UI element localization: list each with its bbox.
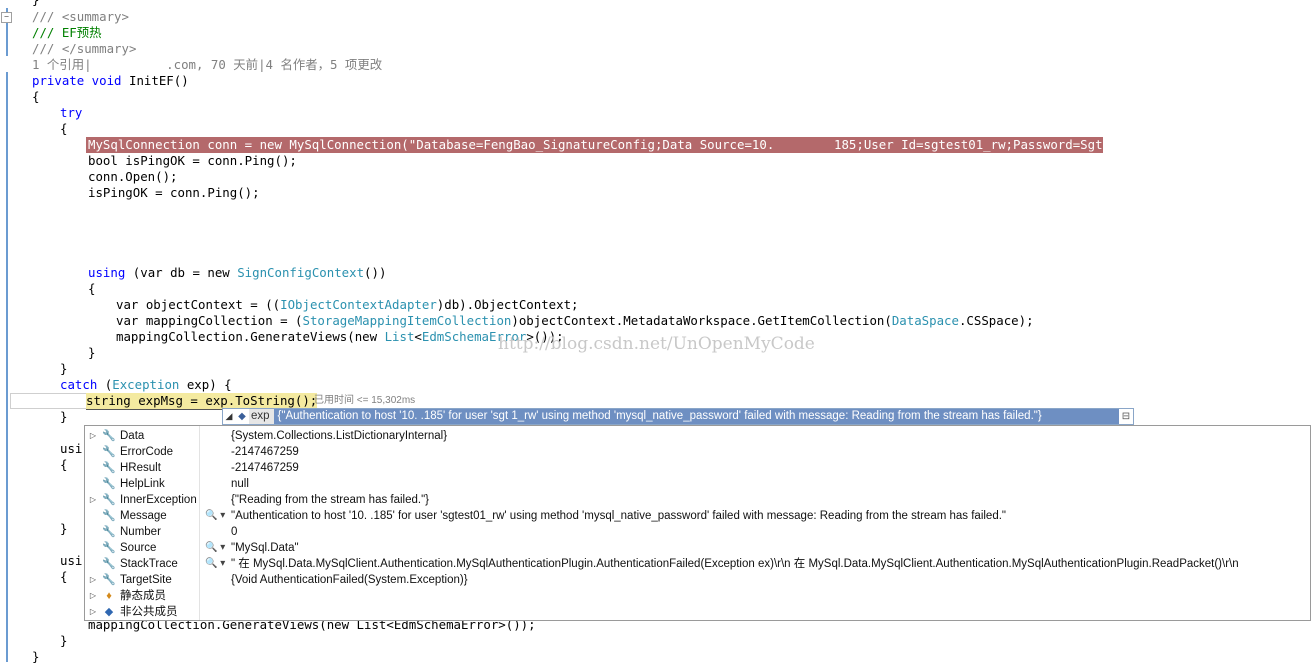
code-line: private void InitEF()	[32, 73, 189, 88]
code-line: }	[32, 0, 39, 8]
expand-arrow-icon[interactable]: ▷	[89, 588, 97, 604]
wrench-icon: 🔧	[102, 574, 116, 586]
code-line: {	[88, 281, 96, 296]
visualizer-magnifier-icon[interactable]: 🔍 ▾	[205, 556, 225, 572]
code-line: {	[60, 457, 68, 472]
wrench-icon: 🔧	[102, 558, 116, 570]
wrench-icon: 🔧	[102, 446, 116, 458]
member-name: HelpLink	[120, 478, 165, 490]
code-line: /// </summary>	[32, 41, 137, 56]
member-name: HResult	[120, 462, 161, 474]
code-line: }	[60, 409, 68, 424]
wrench-icon: 🔧	[102, 542, 116, 554]
expand-arrow-icon[interactable]: ▷	[89, 428, 97, 444]
codelens-info[interactable]: 1 个引用| .com, 70 天前|4 名作者，5 项更改	[32, 57, 382, 73]
member-value[interactable]: " 在 MySql.Data.MySqlClient.Authenticatio…	[231, 556, 1239, 572]
member-name: 非公共成员	[120, 606, 178, 618]
member-value[interactable]: null	[231, 476, 249, 492]
datatip-row[interactable]: 🔧 Message 🔍 ▾ "Authentication to host '10. …	[85, 508, 1310, 524]
member-value[interactable]: {System.Collections.ListDictionaryIntern…	[231, 428, 447, 444]
code-line: usi	[60, 553, 83, 568]
change-margin-marker	[6, 72, 8, 662]
expand-arrow-icon[interactable]: ▷	[89, 492, 97, 508]
code-line: {	[60, 121, 68, 136]
member-name: ErrorCode	[120, 446, 174, 458]
member-value[interactable]: "MySql.Data"	[231, 540, 299, 556]
datatip-row[interactable]: 🔧 HResult -2147467259	[85, 460, 1310, 476]
code-line: {	[32, 89, 40, 104]
expand-arrow-icon[interactable]: ▷	[89, 604, 97, 620]
code-line: var objectContext = ((IObjectContextAdap…	[116, 297, 579, 312]
datatip-row[interactable]: 🔧 HelpLink null	[85, 476, 1310, 492]
code-line: usi	[60, 441, 83, 456]
code-line: }	[60, 633, 68, 648]
member-name: 静态成员	[120, 590, 166, 602]
member-name: Number	[120, 526, 161, 538]
code-line: try	[60, 105, 83, 120]
code-line: conn.Open();	[88, 169, 178, 184]
collapse-toggle-icon[interactable]: −	[1, 12, 12, 23]
static-members-icon: ♦	[106, 590, 112, 602]
code-line: using (var db = new SignConfigContext())	[88, 265, 387, 280]
member-name: InnerException	[120, 494, 197, 506]
member-value[interactable]: -2147467259	[231, 460, 299, 476]
code-line: }	[88, 345, 96, 360]
datatip-row[interactable]: 🔧 ErrorCode -2147467259	[85, 444, 1310, 460]
datatip-row[interactable]: 🔧 Source 🔍 ▾ "MySql.Data"	[85, 540, 1310, 556]
expand-arrow-icon[interactable]: ◢	[223, 409, 235, 424]
member-name: Source	[120, 542, 157, 554]
code-line: }	[60, 361, 68, 376]
code-line: }	[32, 649, 40, 664]
datatip-row[interactable]: ▷ ♦ 静态成员	[85, 588, 1310, 604]
pin-icon[interactable]: ⊟	[1119, 409, 1133, 424]
wrench-icon: 🔧	[102, 494, 116, 506]
member-value[interactable]: "Authentication to host '10. .185' for u…	[231, 508, 1006, 524]
code-line: var mappingCollection = (StorageMappingI…	[116, 313, 1034, 328]
member-name: TargetSite	[120, 574, 172, 586]
wrench-icon: 🔧	[102, 430, 116, 442]
member-value[interactable]: 0	[231, 524, 237, 540]
watermark: http://blog.csdn.net/UnOpenMyCode	[498, 334, 815, 354]
wrench-icon: 🔧	[102, 526, 116, 538]
code-line: /// <summary>	[32, 9, 129, 24]
datatip-variable-value[interactable]: {"Authentication to host '10. .185' for …	[273, 409, 1119, 424]
code-line: mappingCollection.GenerateViews(new List…	[116, 329, 564, 344]
datatip-row[interactable]: 🔧 StackTrace 🔍 ▾ " 在 MySql.Data.MySqlClient…	[85, 556, 1310, 572]
member-name: Data	[120, 430, 145, 442]
datatip-variable-name: exp	[249, 409, 274, 424]
datatip-row[interactable]: 🔧 Number 0	[85, 524, 1310, 540]
wrench-icon: 🔧	[102, 510, 116, 522]
member-value[interactable]: {Void AuthenticationFailed(System.Except…	[231, 572, 468, 588]
wrench-icon: 🔧	[102, 462, 116, 474]
perf-tip: 已用时间 <= 15,302ms	[314, 395, 416, 406]
code-line: }	[60, 521, 68, 536]
member-name: Message	[120, 510, 167, 522]
datatip-row[interactable]: ▷ ◆ 非公共成员	[85, 604, 1310, 620]
datatip-row[interactable]: ▷ 🔧 Data {System.Collections.ListDictionary…	[85, 428, 1310, 444]
object-icon: ◆	[238, 411, 246, 422]
datatip-row[interactable]: ▷ 🔧 InnerException {"Reading from the strea…	[85, 492, 1310, 508]
code-line: {	[60, 569, 68, 584]
code-line: catch (Exception exp) {	[60, 377, 232, 392]
nonpublic-members-icon: ◆	[104, 606, 114, 618]
datatip-row[interactable]: ▷ 🔧 TargetSite {Void AuthenticationFailed(S…	[85, 572, 1310, 588]
datatip-header[interactable]: ◢ ◆ exp {"Authentication to host '10. .1…	[222, 408, 1134, 425]
member-value[interactable]: -2147467259	[231, 444, 299, 460]
visualizer-magnifier-icon[interactable]: 🔍 ▾	[205, 508, 225, 524]
code-line-connection: MySqlConnection conn = new MySqlConnecti…	[88, 137, 1185, 152]
code-line: isPingOK = conn.Ping();	[88, 185, 260, 200]
wrench-icon: 🔧	[102, 478, 116, 490]
code-line: bool isPingOK = conn.Ping();	[88, 153, 297, 168]
expand-arrow-icon[interactable]: ▷	[89, 572, 97, 588]
datatip-members-panel[interactable]: ▷ 🔧 Data {System.Collections.ListDictionary…	[84, 425, 1311, 621]
member-name: StackTrace	[120, 558, 178, 570]
member-value[interactable]: {"Reading from the stream has failed."}	[231, 492, 429, 508]
code-line: /// EF预热	[32, 25, 102, 40]
visualizer-magnifier-icon[interactable]: 🔍 ▾	[205, 540, 225, 556]
